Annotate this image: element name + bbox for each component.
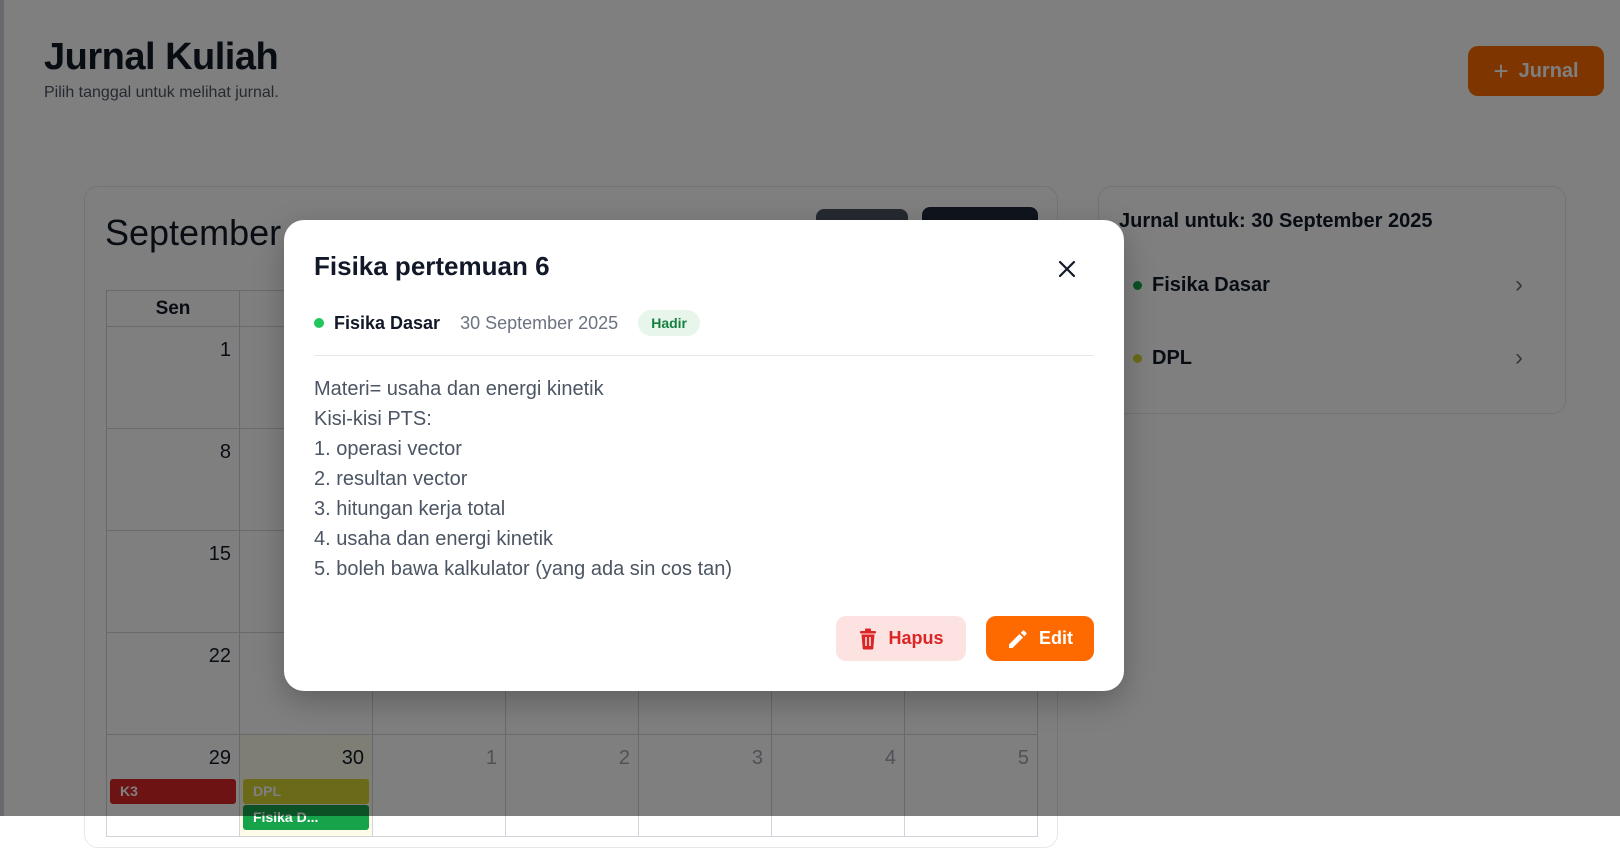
edit-label: Edit xyxy=(1039,628,1073,648)
delete-button[interactable]: Hapus xyxy=(836,616,966,661)
journal-content-line: 3. hitungan kerja total xyxy=(314,498,506,520)
journal-content: Materi= usaha dan energi kinetik Kisi-kis… xyxy=(314,374,732,584)
journal-content-line: Materi= usaha dan energi kinetik xyxy=(314,378,604,400)
edit-button[interactable]: Edit xyxy=(986,616,1094,661)
delete-label: Hapus xyxy=(888,628,944,648)
close-icon[interactable] xyxy=(1052,254,1082,284)
modal-title: Fisika pertemuan 6 xyxy=(314,251,550,281)
journal-content-line: 2. resultan vector xyxy=(314,468,468,490)
course-color-dot xyxy=(314,318,324,328)
divider xyxy=(314,355,1094,356)
pencil-icon xyxy=(1009,629,1027,648)
journal-meta: Fisika Dasar 30 September 2025 Hadir xyxy=(314,310,700,336)
journal-content-line: 1. operasi vector xyxy=(314,438,462,460)
trash-icon xyxy=(860,628,877,649)
journal-date: 30 September 2025 xyxy=(460,312,619,333)
journal-course: Fisika Dasar xyxy=(334,312,441,333)
journal-content-line: Kisi-kisi PTS: xyxy=(314,408,432,430)
journal-detail-modal: Fisika pertemuan 6 Fisika Dasar 30 Septe… xyxy=(284,220,1124,691)
journal-content-line: 4. usaha dan energi kinetik xyxy=(314,528,554,550)
status-badge: Hadir xyxy=(638,310,700,336)
journal-content-line: 5. boleh bawa kalkulator (yang ada sin c… xyxy=(314,558,733,580)
